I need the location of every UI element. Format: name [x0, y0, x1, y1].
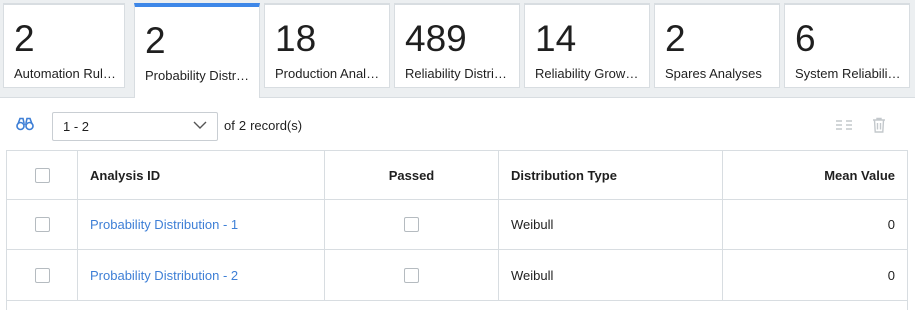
- column-chooser-icon[interactable]: [836, 119, 852, 131]
- records-label: record(s): [250, 118, 303, 133]
- grid-toolbar: 1 - 2 of 2 record(s): [0, 98, 915, 150]
- tile-count: 2: [665, 18, 686, 59]
- analysis-tiles: 2 Automation Rul… 2 Probability Distr… 1…: [0, 0, 915, 98]
- analysis-id-link[interactable]: Probability Distribution - 2: [90, 268, 238, 283]
- mean-value-cell: 0: [887, 267, 895, 283]
- header-distribution-type[interactable]: Distribution Type: [499, 151, 723, 199]
- table-row: Probability Distribution - 1 Weibull 0: [7, 200, 907, 250]
- tile-reliability-growth[interactable]: 14 Reliability Growt…: [524, 3, 650, 88]
- tile-count: 2: [14, 18, 35, 59]
- passed-checkbox[interactable]: [404, 217, 419, 232]
- tile-count: 489: [405, 18, 467, 59]
- mean-value-cell: 0: [887, 217, 895, 232]
- tile-label: Reliability Distri…: [405, 66, 507, 81]
- tile-reliability-distributions[interactable]: 489 Reliability Distri…: [394, 3, 520, 88]
- tile-label: Production Anal…: [275, 66, 380, 81]
- range-select-value: 1 - 2: [63, 119, 90, 134]
- passed-cell: [325, 200, 499, 249]
- passed-cell: [325, 250, 499, 300]
- trash-icon[interactable]: [872, 117, 886, 133]
- tile-production-analyses[interactable]: 18 Production Anal…: [264, 3, 390, 88]
- binoculars-icon[interactable]: [16, 117, 34, 131]
- record-count-text: of 2 record(s): [224, 118, 306, 133]
- range-select[interactable]: 1 - 2: [52, 112, 218, 141]
- distribution-type-cell: Weibull: [499, 250, 723, 300]
- table-header-row: Analysis ID Passed Distribution Type Mea…: [7, 150, 907, 200]
- tile-count: 2: [145, 20, 166, 61]
- tile-probability-distributions[interactable]: 2 Probability Distr…: [134, 3, 260, 98]
- analysis-id-link[interactable]: Probability Distribution - 1: [90, 217, 238, 232]
- row-select-checkbox[interactable]: [34, 267, 50, 283]
- table-row: Probability Distribution - 2 Weibull 0: [7, 250, 907, 301]
- chevron-down-icon: [193, 121, 207, 129]
- tile-automation-rules[interactable]: 2 Automation Rul…: [3, 3, 125, 88]
- select-all-cell: [7, 151, 78, 199]
- tile-label: System Reliabilit…: [795, 66, 901, 81]
- records-panel: 1 - 2 of 2 record(s) Analysis ID Passed Di…: [0, 97, 915, 310]
- header-passed[interactable]: Passed: [325, 151, 499, 199]
- tile-label: Probability Distr…: [145, 68, 250, 83]
- row-select-cell: [7, 200, 78, 249]
- record-count: 2: [238, 118, 247, 133]
- of-label: of: [224, 118, 235, 133]
- tile-label: Reliability Growt…: [535, 66, 641, 81]
- tile-count: 6: [795, 18, 816, 59]
- tile-label: Spares Analyses: [665, 66, 762, 81]
- row-select-checkbox[interactable]: [34, 217, 50, 232]
- analysis-id-cell: Probability Distribution - 1: [78, 200, 325, 249]
- header-mean-value[interactable]: Mean Value: [723, 151, 907, 199]
- tile-system-reliability[interactable]: 6 System Reliabilit…: [784, 3, 910, 88]
- records-grid: Analysis ID Passed Distribution Type Mea…: [6, 150, 908, 310]
- analysis-id-cell: Probability Distribution - 2: [78, 250, 325, 300]
- passed-checkbox[interactable]: [404, 267, 419, 283]
- tile-count: 14: [535, 18, 577, 59]
- select-all-checkbox[interactable]: [34, 167, 50, 183]
- header-analysis-id[interactable]: Analysis ID: [78, 151, 325, 199]
- tile-spares-analyses[interactable]: 2 Spares Analyses: [654, 3, 780, 88]
- distribution-type-cell: Weibull: [499, 200, 723, 249]
- tile-label: Automation Rul…: [14, 66, 116, 81]
- tile-count: 18: [275, 18, 317, 59]
- row-select-cell: [7, 250, 78, 300]
